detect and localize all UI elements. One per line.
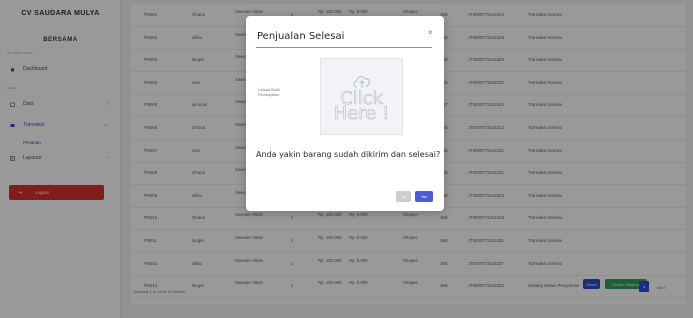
upload-label: Upload Bukti Pembayaran — [258, 88, 280, 97]
upload-dropzone[interactable]: Click Here ! — [320, 58, 403, 135]
confirm-question: Anda yakin barang sudah dikirim dan sele… — [256, 150, 441, 159]
yes-button[interactable]: Yes — [415, 191, 433, 202]
no-button[interactable]: No — [396, 191, 411, 202]
upload-hint: Click Here ! — [333, 88, 390, 124]
modal-title: Penjualan Selesai — [257, 31, 345, 42]
confirm-modal: Penjualan Selesai × Upload Bukti Pembaya… — [246, 16, 444, 211]
title-divider — [256, 47, 432, 48]
close-icon[interactable]: × — [428, 28, 433, 37]
